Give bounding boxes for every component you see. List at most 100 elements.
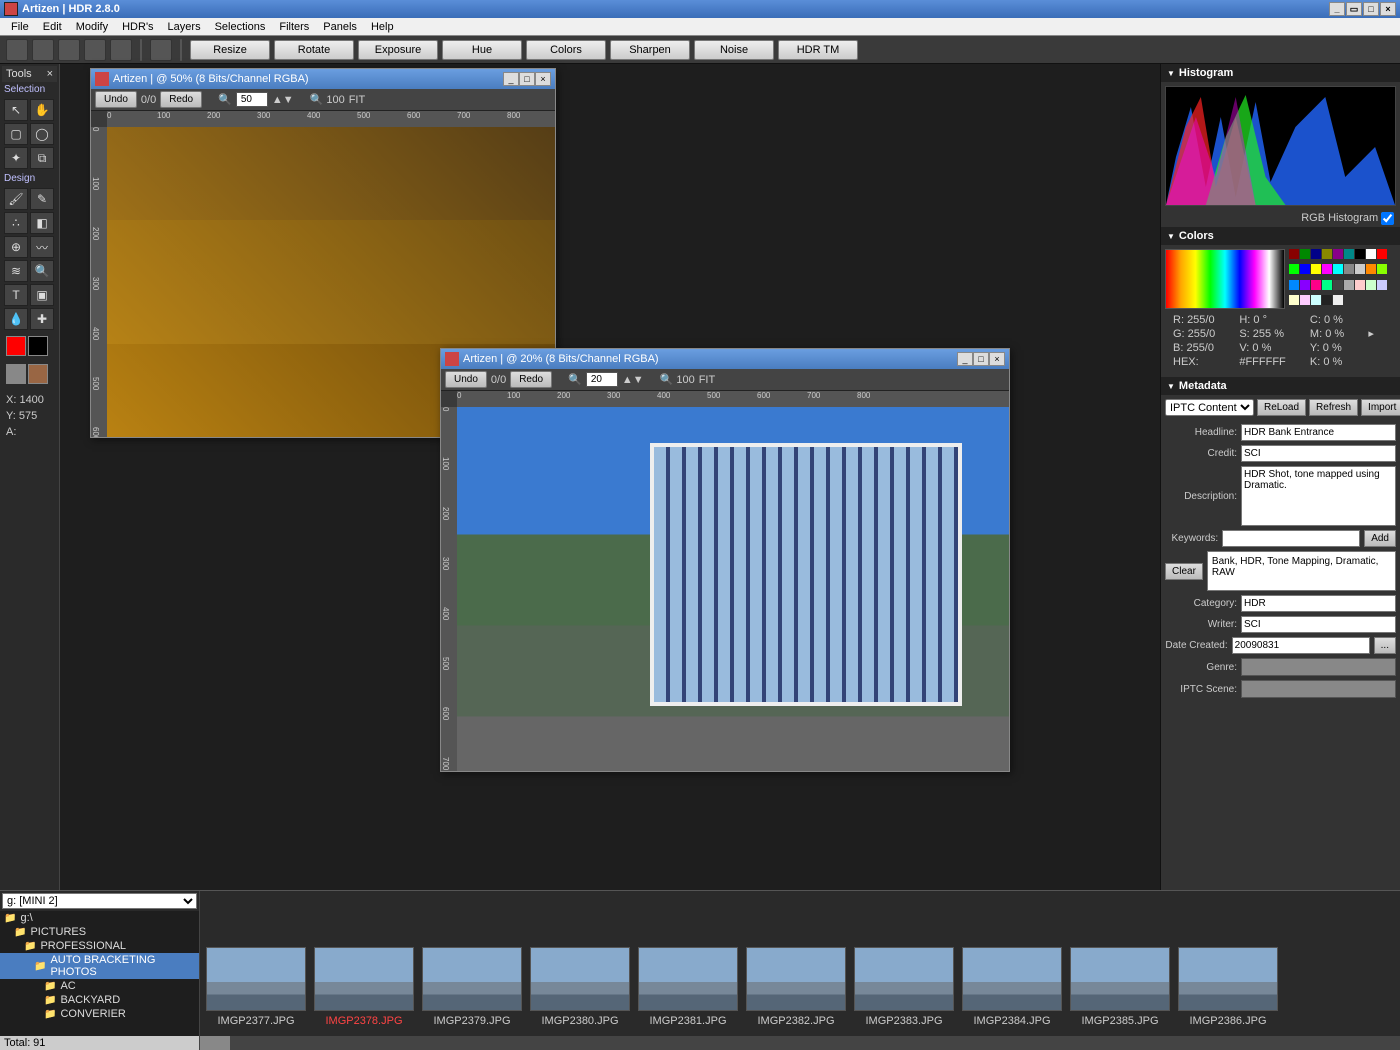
palette-color[interactable]: [1355, 264, 1365, 274]
toolbar-sharpen-button[interactable]: Sharpen: [610, 40, 690, 60]
palette-color[interactable]: [1322, 280, 1332, 290]
window-titlebar[interactable]: Artizen | @ 20% (8 Bits/Channel RGBA) _ …: [441, 349, 1009, 369]
zoom-icon[interactable]: 🔍: [568, 373, 582, 386]
palette-color[interactable]: [1355, 249, 1365, 259]
tree-item[interactable]: BACKYARD: [0, 993, 199, 1007]
headline-field[interactable]: [1241, 424, 1396, 441]
palette-color[interactable]: [1311, 295, 1321, 305]
description-field[interactable]: HDR Shot, tone mapped using Dramatic.: [1241, 466, 1396, 526]
palette-color[interactable]: [1300, 264, 1310, 274]
palette-color[interactable]: [1322, 249, 1332, 259]
palette-color[interactable]: [1344, 280, 1354, 290]
minimize-button[interactable]: _: [1329, 2, 1345, 16]
close-button[interactable]: ×: [1380, 2, 1396, 16]
histogram-header[interactable]: Histogram: [1161, 64, 1400, 82]
cursor-icon[interactable]: [150, 39, 172, 61]
palette-color[interactable]: [1333, 249, 1343, 259]
open-icon[interactable]: [32, 39, 54, 61]
wand-tool[interactable]: ✦: [4, 147, 28, 169]
keywords-clear-button[interactable]: Clear: [1165, 563, 1203, 580]
palette-color[interactable]: [1355, 280, 1365, 290]
print-icon[interactable]: [110, 39, 132, 61]
credit-field[interactable]: [1241, 445, 1396, 462]
palette-color[interactable]: [1344, 249, 1354, 259]
palette-color[interactable]: [1322, 264, 1332, 274]
window-maximize-button[interactable]: □: [973, 352, 989, 366]
tree-item[interactable]: PROFESSIONAL: [0, 939, 199, 953]
thumbnail[interactable]: IMGP2381.JPG: [638, 897, 738, 1044]
redo-button[interactable]: Redo: [160, 91, 202, 108]
swatch-texture[interactable]: [28, 364, 48, 384]
window-close-button[interactable]: ×: [535, 72, 551, 86]
thumbnail[interactable]: IMGP2384.JPG: [962, 897, 1062, 1044]
eraser-tool[interactable]: ◧: [30, 212, 54, 234]
thumbnail[interactable]: IMGP2385.JPG: [1070, 897, 1170, 1044]
menu-file[interactable]: File: [4, 21, 36, 33]
tree-item[interactable]: PICTURES: [0, 925, 199, 939]
pencil-tool[interactable]: ✎: [30, 188, 54, 210]
zoom-icon[interactable]: 🔍: [218, 93, 232, 106]
histogram-checkbox[interactable]: [1381, 212, 1394, 225]
pointer-tool[interactable]: ↖: [4, 99, 28, 121]
toolbar-noise-button[interactable]: Noise: [694, 40, 774, 60]
colors-header[interactable]: Colors: [1161, 227, 1400, 245]
image-window-1[interactable]: Artizen | @ 20% (8 Bits/Channel RGBA) _ …: [440, 348, 1010, 772]
zoomfit-button[interactable]: FIT: [699, 374, 716, 386]
datecreated-field[interactable]: [1232, 637, 1370, 654]
toolbar-exposure-button[interactable]: Exposure: [358, 40, 438, 60]
hand-tool[interactable]: ✋: [30, 99, 54, 121]
palette-color[interactable]: [1344, 264, 1354, 274]
lasso-tool[interactable]: ◯: [30, 123, 54, 145]
image-canvas[interactable]: [457, 407, 1009, 771]
marquee-tool[interactable]: ▢: [4, 123, 28, 145]
toolbar-resize-button[interactable]: Resize: [190, 40, 270, 60]
undo-button[interactable]: Undo: [445, 371, 487, 388]
zoom100-button[interactable]: 🔍 100: [310, 93, 345, 106]
date-picker-button[interactable]: ...: [1374, 637, 1396, 654]
clone-tool[interactable]: ⊕: [4, 236, 28, 258]
brush-tool[interactable]: 🖌: [4, 188, 28, 210]
thumbnail[interactable]: IMGP2383.JPG: [854, 897, 954, 1044]
menu-selections[interactable]: Selections: [208, 21, 273, 33]
thumbnail[interactable]: IMGP2380.JPG: [530, 897, 630, 1044]
zoom-stepper[interactable]: ▲▼: [622, 374, 644, 386]
palette-color[interactable]: [1366, 280, 1376, 290]
palette-color[interactable]: [1311, 280, 1321, 290]
palette-color[interactable]: [1333, 295, 1343, 305]
new-icon[interactable]: [6, 39, 28, 61]
menu-panels[interactable]: Panels: [316, 21, 364, 33]
palette-color[interactable]: [1333, 264, 1343, 274]
palette-color[interactable]: [1377, 280, 1387, 290]
tree-item[interactable]: AUTO BRACKETING PHOTOS: [0, 953, 199, 979]
toolbar-hdr-tm-button[interactable]: HDR TM: [778, 40, 858, 60]
zoom-field[interactable]: [236, 92, 268, 107]
zoom-field[interactable]: [586, 372, 618, 387]
restore-button[interactable]: ▭: [1346, 2, 1362, 16]
tree-item[interactable]: CONVERIER: [0, 1007, 199, 1021]
palette-color[interactable]: [1377, 264, 1387, 274]
background-swatch[interactable]: [28, 336, 48, 356]
zoom-stepper[interactable]: ▲▼: [272, 94, 294, 106]
menu-hdr's[interactable]: HDR's: [115, 21, 160, 33]
palette-color[interactable]: [1366, 264, 1376, 274]
maximize-button[interactable]: □: [1363, 2, 1379, 16]
heal-tool[interactable]: ✚: [30, 308, 54, 330]
save-icon[interactable]: [58, 39, 80, 61]
thumbnail[interactable]: IMGP2382.JPG: [746, 897, 846, 1044]
toolbar-colors-button[interactable]: Colors: [526, 40, 606, 60]
writer-field[interactable]: [1241, 616, 1396, 633]
swatch-gray[interactable]: [6, 364, 26, 384]
thumbnail[interactable]: IMGP2378.JPG: [314, 897, 414, 1044]
palette-color[interactable]: [1289, 295, 1299, 305]
blur-tool[interactable]: ≋: [4, 260, 28, 282]
zoom100-button[interactable]: 🔍 100: [660, 373, 695, 386]
menu-filters[interactable]: Filters: [272, 21, 316, 33]
window-minimize-button[interactable]: _: [957, 352, 973, 366]
import-button[interactable]: Import: [1361, 399, 1400, 416]
toolbar-hue-button[interactable]: Hue: [442, 40, 522, 60]
undo-button[interactable]: Undo: [95, 91, 137, 108]
palette-color[interactable]: [1289, 249, 1299, 259]
thumbnail[interactable]: IMGP2377.JPG: [206, 897, 306, 1044]
keywords-field[interactable]: [1222, 530, 1360, 547]
thumbnail[interactable]: IMGP2379.JPG: [422, 897, 522, 1044]
